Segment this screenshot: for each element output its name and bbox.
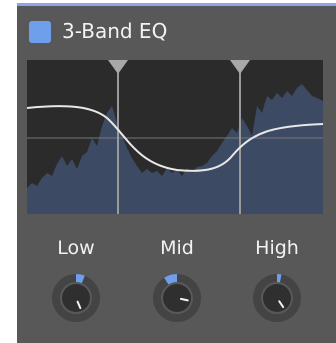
eq-response-graph [27,60,323,214]
low-knob[interactable] [51,273,101,323]
enable-toggle[interactable] [29,21,51,43]
eq-plugin-panel: 3-Band EQ Low Mid High [17,3,336,343]
mid-label: Mid [160,237,194,259]
mid-knob[interactable] [152,273,202,323]
low-knob-body [62,284,90,312]
mid-knob-value-arc [164,274,178,285]
low-knob-value-arc [75,274,85,284]
mid-knob-body [163,284,191,312]
low-label: Low [57,237,95,259]
high-knob[interactable] [252,273,302,323]
high-label: High [255,237,299,259]
plugin-title: 3-Band EQ [62,19,168,43]
high-knob-body [263,284,291,312]
